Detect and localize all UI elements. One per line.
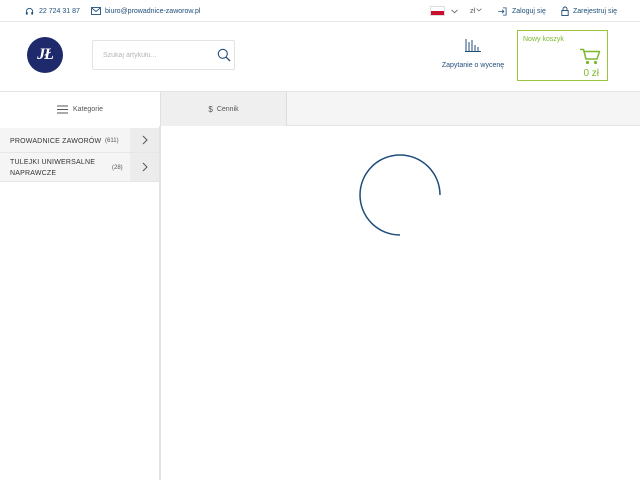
category-item[interactable]: TULEJKI UNIWERSALNE NAPRAWCZE (28) bbox=[0, 153, 159, 182]
register-link[interactable]: Zarejestruj się bbox=[561, 0, 617, 22]
expand-category-button[interactable] bbox=[130, 128, 159, 152]
headset-icon bbox=[25, 7, 34, 15]
register-label[interactable]: Zarejestruj się bbox=[573, 8, 617, 15]
top-bar: 22 724 31 87 biuro@prowadnice-zaworow.pl… bbox=[0, 0, 640, 22]
login-link[interactable]: Zaloguj się bbox=[498, 0, 546, 22]
chevron-right-icon bbox=[142, 135, 148, 145]
tab-pricelist-label: Cennik bbox=[216, 105, 239, 113]
email-contact[interactable]: biuro@prowadnice-zaworow.pl bbox=[91, 0, 200, 22]
cart-widget[interactable]: Nowy koszyk 0 zł bbox=[517, 30, 608, 81]
category-name[interactable]: PROWADNICE ZAWORÓW bbox=[10, 136, 101, 147]
expand-category-button[interactable] bbox=[130, 153, 159, 181]
loading-spinner-icon bbox=[359, 154, 441, 236]
envelope-icon bbox=[91, 7, 101, 15]
poland-flag-icon bbox=[430, 6, 445, 16]
quote-label[interactable]: Zapytanie o wycenę bbox=[440, 62, 506, 69]
chevron-down-icon bbox=[476, 7, 482, 12]
phone-contact[interactable]: 22 724 31 87 bbox=[25, 0, 80, 22]
language-selector[interactable] bbox=[430, 0, 458, 22]
nav-bar: Kategorie $ Cennik bbox=[0, 91, 640, 126]
quote-request-button[interactable]: Zapytanie o wycenę bbox=[440, 36, 506, 78]
phone-number[interactable]: 22 724 31 87 bbox=[39, 8, 80, 15]
email-address[interactable]: biuro@prowadnice-zaworow.pl bbox=[105, 8, 200, 15]
hamburger-icon bbox=[57, 104, 69, 114]
chevron-down-icon bbox=[451, 8, 458, 13]
lock-icon bbox=[561, 6, 569, 16]
search-icon[interactable] bbox=[217, 48, 231, 62]
cart-icon bbox=[580, 48, 601, 65]
chevron-right-icon bbox=[142, 162, 148, 172]
cart-total: 0 zł bbox=[583, 68, 599, 79]
tab-pricelist[interactable]: $ Cennik bbox=[161, 92, 287, 126]
search-box bbox=[92, 40, 235, 70]
currency-label: zł bbox=[470, 7, 476, 15]
category-count: (28) bbox=[112, 165, 123, 171]
login-icon bbox=[498, 6, 507, 16]
cart-title: Nowy koszyk bbox=[523, 36, 564, 43]
login-label[interactable]: Zaloguj się bbox=[512, 8, 546, 15]
price-list-icon bbox=[465, 39, 481, 52]
tab-categories-label: Kategorie bbox=[73, 105, 103, 113]
dollar-icon: $ bbox=[208, 104, 213, 114]
logo-text: JŁ bbox=[37, 46, 54, 63]
category-name[interactable]: TULEJKI UNIWERSALNE NAPRAWCZE bbox=[10, 157, 105, 179]
category-item[interactable]: PROWADNICE ZAWORÓW (611) bbox=[0, 128, 159, 153]
site-logo[interactable]: JŁ bbox=[27, 37, 63, 73]
currency-selector[interactable]: zł bbox=[470, 0, 482, 22]
category-sidebar: PROWADNICE ZAWORÓW (611) TULEJKI UNIWERS… bbox=[0, 126, 161, 480]
category-count: (611) bbox=[105, 138, 119, 144]
tab-categories[interactable]: Kategorie bbox=[0, 92, 161, 126]
search-input[interactable] bbox=[93, 41, 211, 69]
